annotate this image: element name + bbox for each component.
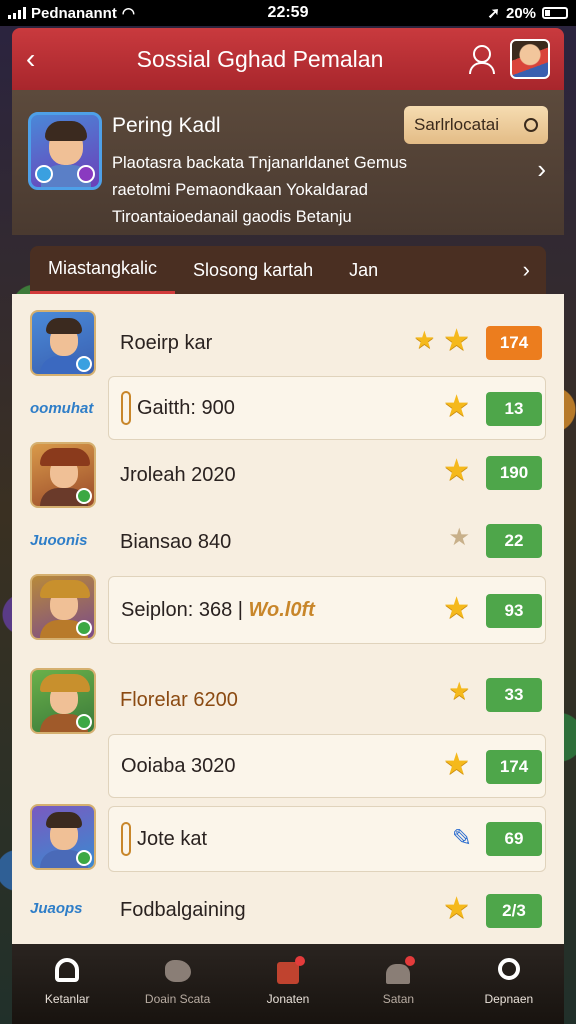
profile-avatar[interactable]	[28, 112, 102, 190]
list-item[interactable]: Roeirp kar ★ ★ 174	[12, 308, 564, 378]
star-icon: ★	[443, 454, 470, 487]
avatar	[30, 574, 96, 640]
list-item[interactable]: Florelar 6200 ★ 33	[12, 666, 564, 736]
badge-icon	[77, 165, 95, 183]
score-badge: 174	[486, 750, 542, 784]
back-icon[interactable]: ‹	[26, 43, 56, 75]
location-icon: ➚	[487, 5, 500, 22]
nav-item-profile[interactable]: Depnaen	[454, 944, 564, 1024]
row-name: Florelar 6200	[120, 688, 238, 711]
nav-item-gifts[interactable]: Jonaten	[233, 944, 343, 1024]
carrier-label: Pednanannt	[31, 4, 117, 22]
chevron-right-icon[interactable]: ›	[537, 154, 546, 185]
row-name: Fodbalgaining	[120, 898, 246, 921]
nav-label: Depnaen	[484, 992, 534, 1006]
status-bar: Pednanannt ◠ 22:59 ➚ 20%	[0, 0, 576, 26]
nav-item-home[interactable]: Ketanlar	[12, 944, 122, 1024]
score-badge: 190	[486, 456, 542, 490]
score-badge: 93	[486, 594, 542, 628]
star-icon: ★	[413, 327, 436, 354]
nav-label: Doain Scata	[144, 992, 211, 1006]
tab-bar: Miastangkalic Slosong kartah Jan ›	[30, 246, 546, 294]
circle-icon	[524, 118, 538, 132]
nav-item-friends[interactable]: Satan	[343, 944, 453, 1024]
score-badge: 22	[486, 524, 542, 558]
list-item[interactable]: oomuhat Gaitth: 900 ★ 13	[12, 376, 564, 442]
avatar[interactable]	[510, 39, 550, 79]
tab-0[interactable]: Miastangkalic	[30, 246, 176, 294]
row-name: Jroleah 2020	[120, 463, 236, 486]
chevron-right-icon[interactable]: ›	[523, 257, 546, 283]
boost-icon: ✎	[451, 825, 472, 852]
row-tag: Juoonis	[30, 532, 88, 549]
profile-card: Pering Kadl Plaotasra backata Tnjanarlda…	[12, 90, 564, 235]
row-tag: Juaops	[30, 900, 83, 917]
signal-icon	[8, 7, 26, 19]
app-header: ‹ Sossial Gghad Pemalan	[12, 28, 564, 90]
tab-1[interactable]: Slosong kartah	[175, 246, 331, 294]
chat-icon	[163, 956, 193, 986]
row-name: Roeirp kar	[120, 331, 213, 354]
list-item[interactable]: Ooiaba 3020 ★ 174	[12, 734, 564, 800]
row-name: Gaitth: 900	[137, 396, 235, 419]
avatar	[30, 442, 96, 508]
people-icon	[383, 956, 416, 986]
nav-label: Ketanlar	[44, 992, 90, 1006]
row-name: Biansao 840	[120, 530, 232, 553]
user-icon[interactable]	[464, 42, 498, 76]
leaderboard-list: Roeirp kar ★ ★ 174 oomuhat Gaitth: 900 ★…	[12, 294, 564, 944]
score-badge: 2/3	[486, 894, 542, 928]
avatar	[30, 668, 96, 734]
star-icon: ★	[443, 390, 470, 423]
profile-description: Plaotasra backata Tnjanarldanet Gemus ra…	[112, 154, 408, 226]
score-badge: 33	[486, 678, 542, 712]
nav-item-stats[interactable]: Doain Scata	[122, 944, 232, 1024]
row-name-suffix: Wo.l0ft	[248, 598, 315, 621]
star-icon: ★	[443, 892, 470, 925]
star-icon: ★	[443, 748, 470, 781]
profile-action-label: Sarlrlocatai	[414, 115, 500, 134]
battery-percent: 20%	[505, 4, 537, 22]
list-item[interactable]: Juoonis Biansao 840 ★ 22	[12, 510, 564, 572]
page-title: Sossial Gghad Pemalan	[136, 45, 384, 72]
badge-icon	[35, 165, 53, 183]
star-icon: ★	[443, 324, 470, 357]
list-item[interactable]: Juaops Fodbalgaining ★ 2/3	[12, 878, 564, 944]
list-item[interactable]: Jroleah 2020 ★ 190	[12, 440, 564, 510]
nav-label: Jonaten	[266, 992, 310, 1006]
nav-label: Satan	[382, 992, 415, 1006]
row-name: Seiplon: 368 | Wo.l0ft	[121, 598, 315, 621]
bottom-nav: Ketanlar Doain Scata Jonaten Satan Depna…	[12, 944, 564, 1024]
avatar	[30, 804, 96, 870]
profile-icon	[494, 956, 524, 986]
row-name: Jote kat	[137, 827, 208, 850]
score-badge: 13	[486, 392, 542, 426]
avatar	[30, 310, 96, 376]
list-item[interactable]: Jote kat ✎ 69	[12, 802, 564, 876]
score-badge: 174	[486, 326, 542, 360]
rank-icon	[121, 391, 131, 425]
clock: 22:59	[267, 4, 309, 21]
score-badge: 69	[486, 822, 542, 856]
rank-icon	[121, 822, 131, 856]
star-icon: ★	[448, 678, 470, 705]
tab-2[interactable]: Jan	[331, 246, 396, 294]
home-icon	[52, 956, 82, 986]
row-tag: oomuhat	[30, 400, 94, 417]
gift-icon	[273, 956, 306, 986]
star-icon: ★	[448, 524, 470, 551]
star-icon: ★	[443, 592, 470, 625]
row-name: Ooiaba 3020	[121, 754, 236, 777]
list-item[interactable]: Seiplon: 368 | Wo.l0ft ★ 93	[12, 572, 564, 648]
wifi-icon: ◠	[121, 5, 135, 22]
battery-icon	[542, 7, 569, 19]
profile-action-button[interactable]: Sarlrlocatai	[404, 106, 548, 144]
